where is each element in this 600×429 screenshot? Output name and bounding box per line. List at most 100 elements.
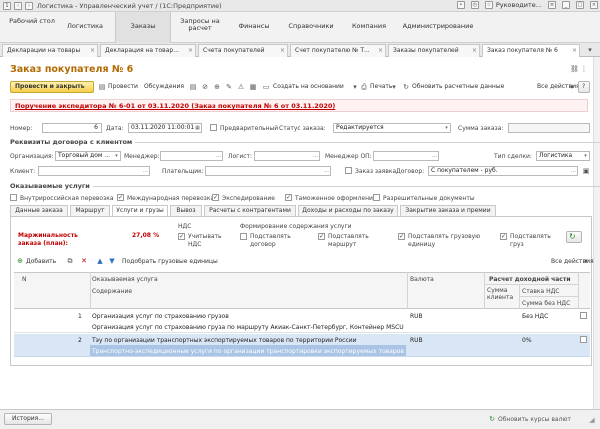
payer-field[interactable]: … bbox=[205, 166, 331, 176]
content-route-checkbox[interactable]: ✓ bbox=[318, 233, 325, 240]
content-contract-checkbox[interactable] bbox=[240, 233, 247, 240]
service-permits-checkbox[interactable] bbox=[373, 194, 380, 201]
number-field[interactable]: 6 bbox=[42, 123, 102, 133]
section-references[interactable]: Справочники bbox=[283, 12, 339, 43]
calendar-icon[interactable]: ▦ bbox=[194, 124, 201, 132]
tab-invoice[interactable]: Счет покупателю № Т... × bbox=[290, 44, 386, 57]
close-icon[interactable]: × bbox=[378, 45, 383, 56]
tab-settlements[interactable]: Расчеты с контрагентами bbox=[204, 205, 296, 216]
tab-declarations[interactable]: Декларации на товары × bbox=[2, 44, 98, 57]
request-checkbox[interactable] bbox=[345, 167, 352, 174]
user-name[interactable]: Руководите... bbox=[496, 1, 542, 9]
tab-customer-orders[interactable]: Заказы покупателей × bbox=[388, 44, 480, 57]
history-icon[interactable]: ◷ bbox=[470, 1, 479, 9]
attach-file-icon[interactable]: ⊕ bbox=[213, 83, 221, 91]
history-button[interactable]: История... bbox=[4, 413, 52, 425]
post-and-close-button[interactable]: Провести и закрыть bbox=[10, 81, 94, 93]
chevron-down-icon[interactable]: ▾ bbox=[443, 124, 450, 132]
star-icon[interactable]: ☆ bbox=[484, 1, 493, 9]
select-icon[interactable]: … bbox=[142, 167, 149, 175]
refresh-content-button[interactable]: ↻ bbox=[566, 231, 582, 243]
tab-invoices[interactable]: Счета покупателей × bbox=[198, 44, 288, 57]
content-cargo-checkbox[interactable]: ✓ bbox=[500, 233, 507, 240]
move-down-icon[interactable]: ▼ bbox=[108, 257, 116, 265]
copy-icon[interactable]: ⧉ bbox=[66, 257, 74, 265]
close-icon[interactable]: × bbox=[472, 45, 477, 56]
close-icon[interactable]: × bbox=[188, 45, 193, 56]
attach-icon[interactable]: ⊘ bbox=[201, 83, 209, 91]
section-desktop[interactable]: Рабочий стол bbox=[8, 12, 56, 43]
pick-cargo-button[interactable]: Подобрать грузовые единицы bbox=[122, 258, 218, 265]
date-field[interactable]: 03.11.2020 11:00:01 ▦ bbox=[128, 123, 202, 133]
col-income[interactable]: Расчет доходной части bbox=[489, 276, 571, 283]
warning-icon[interactable]: ⚠ bbox=[237, 83, 245, 91]
help-button[interactable]: ? bbox=[578, 81, 590, 93]
tab-customer-order[interactable]: Заказ покупателя № 6 × bbox=[482, 44, 580, 58]
select-icon[interactable]: … bbox=[312, 152, 319, 160]
service-forwarding-checkbox[interactable]: ✓ bbox=[212, 194, 219, 201]
organization-field[interactable]: Торговый дом ... ▾ bbox=[55, 151, 121, 161]
minimize-icon[interactable]: _ bbox=[562, 1, 570, 9]
section-requests[interactable]: Запросы на расчет bbox=[176, 12, 224, 43]
row-checkbox[interactable] bbox=[580, 312, 587, 319]
more-icon[interactable]: ⋮ bbox=[580, 65, 588, 73]
manager-op-field[interactable]: … bbox=[373, 151, 439, 161]
section-finance[interactable]: Финансы bbox=[230, 12, 278, 43]
update-calc-button[interactable]: Обновить расчетные данные bbox=[412, 83, 504, 90]
chevron-down-icon[interactable]: ▾ bbox=[582, 152, 589, 160]
content-unit-checkbox[interactable]: ✓ bbox=[398, 233, 405, 240]
col-content[interactable]: Содержание bbox=[92, 288, 132, 295]
tab-order-data[interactable]: Данные заказа bbox=[10, 205, 68, 216]
post-button[interactable]: Провести bbox=[108, 83, 138, 90]
forwarder-order-link[interactable]: Поручение экспедитора № 6-01 от 03.11.20… bbox=[15, 102, 335, 110]
section-admin[interactable]: Администрирование bbox=[398, 12, 478, 43]
col-vat-rate[interactable]: Ставка НДС bbox=[522, 288, 560, 295]
close-icon[interactable]: × bbox=[280, 45, 285, 56]
discussions-button[interactable]: Обсуждения bbox=[144, 83, 184, 90]
col-client-sum[interactable]: Сумма клиента bbox=[487, 287, 517, 301]
select-icon[interactable]: … bbox=[215, 152, 222, 160]
sum-field[interactable] bbox=[508, 123, 590, 133]
edit-icon[interactable]: ✎ bbox=[225, 83, 233, 91]
link-icon[interactable]: ⛓ bbox=[570, 65, 579, 73]
tab-export[interactable]: Вывоз bbox=[170, 205, 202, 216]
col-n[interactable]: N bbox=[22, 276, 27, 283]
select-icon[interactable]: … bbox=[323, 167, 330, 175]
tab-income-expenses[interactable]: Доходы и расходы по заказу bbox=[298, 205, 398, 216]
section-orders[interactable]: Заказы bbox=[115, 12, 171, 43]
close-icon[interactable]: × bbox=[572, 45, 577, 56]
service-customs-checkbox[interactable]: ✓ bbox=[285, 194, 292, 201]
add-button[interactable]: Добавить bbox=[26, 258, 56, 265]
chevron-down-icon[interactable]: ▾ bbox=[113, 152, 120, 160]
client-field[interactable]: … bbox=[38, 166, 150, 176]
open-contract-icon[interactable]: ▣ bbox=[582, 167, 590, 175]
section-logistics[interactable]: Логистика bbox=[60, 12, 110, 43]
col-sum-no-vat[interactable]: Сумма без НДС bbox=[522, 300, 570, 307]
close-icon[interactable]: × bbox=[590, 1, 598, 9]
select-icon[interactable]: … bbox=[570, 167, 577, 175]
tab-closing[interactable]: Закрытие заказа и премии bbox=[400, 205, 496, 216]
col-service[interactable]: Оказываемая услуга bbox=[92, 276, 158, 283]
delete-icon[interactable]: ✕ bbox=[80, 257, 88, 265]
row-checkbox[interactable] bbox=[580, 336, 587, 343]
tabs-menu-icon[interactable]: ▾ bbox=[586, 46, 594, 54]
create-based-button[interactable]: Создать на основании bbox=[273, 83, 344, 90]
report-icon[interactable]: ▦ bbox=[249, 83, 257, 91]
service-domestic-checkbox[interactable] bbox=[10, 194, 17, 201]
close-icon[interactable]: × bbox=[90, 45, 95, 56]
tab-declaration[interactable]: Декларация на товар... × bbox=[100, 44, 196, 57]
menu-icon[interactable]: ≡ bbox=[548, 1, 556, 9]
col-currency[interactable]: Валюта bbox=[410, 276, 434, 283]
section-company[interactable]: Компания bbox=[344, 12, 394, 43]
document-icon[interactable]: ▤ bbox=[189, 83, 197, 91]
bell-icon[interactable]: • bbox=[456, 1, 465, 9]
vat-checkbox[interactable]: ✓ bbox=[178, 233, 185, 240]
logist-field[interactable]: … bbox=[254, 151, 320, 161]
status-select[interactable]: Редактируется ▾ bbox=[333, 123, 451, 133]
move-up-icon[interactable]: ▲ bbox=[96, 257, 104, 265]
tab-route[interactable]: Маршрут bbox=[70, 205, 110, 216]
contract-field[interactable]: С покупателем - руб.… bbox=[428, 166, 578, 176]
forward-icon[interactable]: › bbox=[25, 1, 33, 10]
service-international-checkbox[interactable]: ✓ bbox=[117, 194, 124, 201]
manager-field[interactable]: … bbox=[160, 151, 223, 161]
